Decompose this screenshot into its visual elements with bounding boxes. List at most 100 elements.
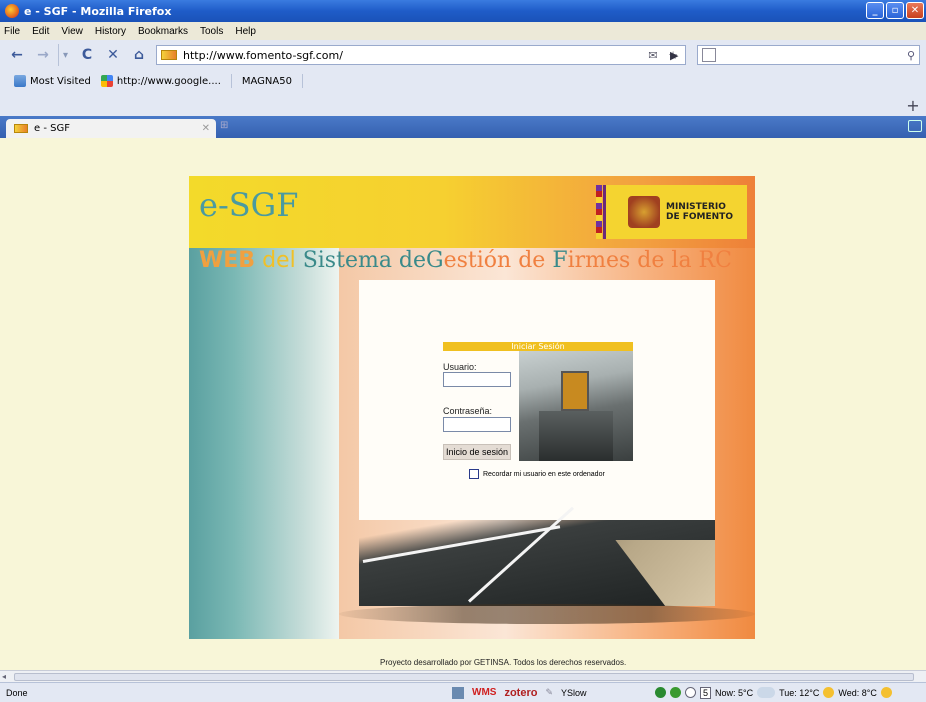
back-button[interactable]: ← [6, 44, 28, 66]
weather-widget: 5 Now: 5°C Tue: 12°C Wed: 8°C [655, 686, 892, 699]
menu-file[interactable]: File [4, 26, 20, 37]
menu-bar: File Edit View History Bookmarks Tools H… [0, 22, 926, 40]
bookmark-google[interactable]: http://www.google.... [100, 75, 221, 87]
scrollbar-thumb[interactable] [14, 673, 914, 681]
bookmarks-toolbar: Most Visited http://www.google.... MAGNA… [0, 70, 926, 120]
page-content: e-SGF MINISTERIO DE FOMENTO WEB del Sist… [0, 138, 926, 670]
bookmark-magna50[interactable]: MAGNA50 [189, 75, 292, 120]
tab-close-icon[interactable]: ✕ [202, 123, 210, 134]
page-footer: Proyecto desarrollado por GETINSA. Todos… [380, 658, 627, 667]
login-card: Iniciar Sesión Usuario: Contraseña: Inic… [359, 280, 715, 520]
menu-bookmarks[interactable]: Bookmarks [138, 26, 188, 37]
username-label: Usuario: [443, 362, 477, 372]
clock-icon[interactable] [685, 687, 696, 698]
bookmark-most-visited[interactable]: Most Visited [14, 75, 91, 87]
username-input[interactable] [443, 372, 511, 387]
lane-marking [467, 506, 575, 603]
addon-zotero[interactable]: zotero [504, 687, 537, 699]
addon-icons: WMS zotero ✎ YSlow [452, 686, 587, 699]
photo-road [539, 411, 613, 461]
horizontal-scrollbar[interactable]: ◂ [0, 670, 926, 682]
login-button[interactable]: Inicio de sesión [443, 444, 511, 460]
tab-bar: e - SGF ✕ ⊞ [0, 116, 926, 138]
weather-wed: Wed: 8°C [838, 687, 877, 698]
navigation-toolbar: ← → ▾ C ✕ ⌂ http://www.fomento-sgf.com/ … [0, 40, 926, 70]
subtitle-del: del [262, 248, 296, 273]
add-toolbar-icon[interactable]: + [904, 96, 922, 115]
subtitle-f: F [552, 248, 568, 273]
subtitle-irmes: irmes de la RC [567, 248, 732, 273]
subtitle-web: WEB [199, 248, 256, 273]
ministry-logo: MINISTERIO DE FOMENTO [603, 185, 747, 239]
mail-icon[interactable]: ✉ [645, 47, 661, 63]
status-dot-icon[interactable] [655, 687, 666, 698]
calendar-icon[interactable]: 5 [700, 686, 712, 699]
status-dot-icon[interactable] [670, 687, 681, 698]
remember-me[interactable]: Recordar mi usuario en este ordenador [469, 469, 605, 479]
bookmark-separator [301, 74, 303, 88]
ministry-line-2: DE FOMENTO [666, 212, 733, 222]
title-bar: e - SGF - Mozilla Firefox _ ▫ ✕ [0, 0, 926, 22]
home-button[interactable]: ⌂ [128, 44, 150, 66]
google-icon [100, 75, 113, 87]
subtitle-sistema: Sistema de [302, 248, 427, 273]
photo-machine [561, 371, 589, 411]
search-input[interactable]: ▶ ⚲ [670, 45, 920, 65]
flag-stripe [596, 185, 602, 239]
bookmark-label: Most Visited [30, 75, 91, 87]
password-label: Contraseña: [443, 406, 493, 416]
password-input[interactable] [443, 417, 511, 432]
sun-icon [880, 687, 892, 698]
addon-yslow[interactable]: YSlow [561, 688, 587, 698]
subtitle-estion: estión de [443, 248, 546, 273]
menu-view[interactable]: View [61, 26, 83, 37]
tab-favicon-icon [14, 124, 28, 133]
site-header: e-SGF MINISTERIO DE FOMENTO [189, 176, 755, 248]
window-title: e - SGF - Mozilla Firefox [24, 4, 172, 18]
bookmark-separator [230, 74, 232, 88]
site-favicon-icon [161, 50, 177, 60]
menu-history[interactable]: History [95, 26, 126, 37]
reload-button[interactable]: C [76, 44, 98, 66]
scroll-left-icon[interactable]: ◂ [2, 672, 6, 681]
menu-tools[interactable]: Tools [200, 26, 223, 37]
new-tab-icon[interactable]: ⊞ [220, 120, 238, 136]
sun-icon [823, 687, 835, 698]
menu-help[interactable]: Help [235, 26, 256, 37]
website-frame: e-SGF MINISTERIO DE FOMENTO WEB del Sist… [189, 176, 755, 639]
minimize-button[interactable]: _ [866, 2, 884, 19]
site-logo: e-SGF [199, 186, 299, 224]
addon-feather-icon[interactable]: ✎ [545, 687, 553, 698]
highway-image [359, 506, 715, 606]
login-form: Iniciar Sesión Usuario: Contraseña: Inic… [443, 342, 633, 479]
remember-label: Recordar mi usuario en este ordenador [483, 470, 605, 478]
decorative-shadow [339, 604, 755, 624]
tab-label: e - SGF [34, 123, 70, 134]
close-button[interactable]: ✕ [906, 2, 924, 19]
most-visited-icon [14, 75, 26, 87]
maximize-button[interactable]: ▫ [886, 2, 904, 19]
status-bar: Done WMS zotero ✎ YSlow 5 Now: 5°C Tue: … [0, 682, 926, 702]
stop-button[interactable]: ✕ [102, 44, 124, 66]
window-controls: _ ▫ ✕ [866, 2, 924, 19]
search-icon[interactable]: ⚲ [907, 49, 915, 62]
addon-wms[interactable]: WMS [472, 687, 496, 698]
subtitle-g: G [426, 248, 444, 273]
remember-checkbox[interactable] [469, 469, 479, 479]
cloud-icon [757, 687, 776, 698]
status-text: Done [6, 687, 28, 698]
play-icon[interactable]: ▶ [670, 49, 678, 62]
url-text: http://www.fomento-sgf.com/ [183, 48, 343, 62]
search-engine-icon[interactable] [702, 48, 716, 62]
addon-monitor-icon[interactable] [452, 686, 464, 699]
address-bar[interactable]: http://www.fomento-sgf.com/ ✉ ☆ [156, 45, 686, 65]
menu-edit[interactable]: Edit [32, 26, 49, 37]
forward-button[interactable]: → [32, 44, 54, 66]
bookmark-label: MAGNA50 [241, 75, 292, 87]
paving-machine-photo [519, 351, 633, 461]
weather-tue: Tue: 12°C [779, 687, 820, 698]
tab-e-sgf[interactable]: e - SGF ✕ [6, 119, 216, 138]
site-subtitle: WEB del Sistema deGestión de Firmes de l… [199, 248, 732, 273]
history-dropdown-icon[interactable]: ▾ [58, 44, 72, 66]
tab-list-icon[interactable] [908, 120, 922, 132]
